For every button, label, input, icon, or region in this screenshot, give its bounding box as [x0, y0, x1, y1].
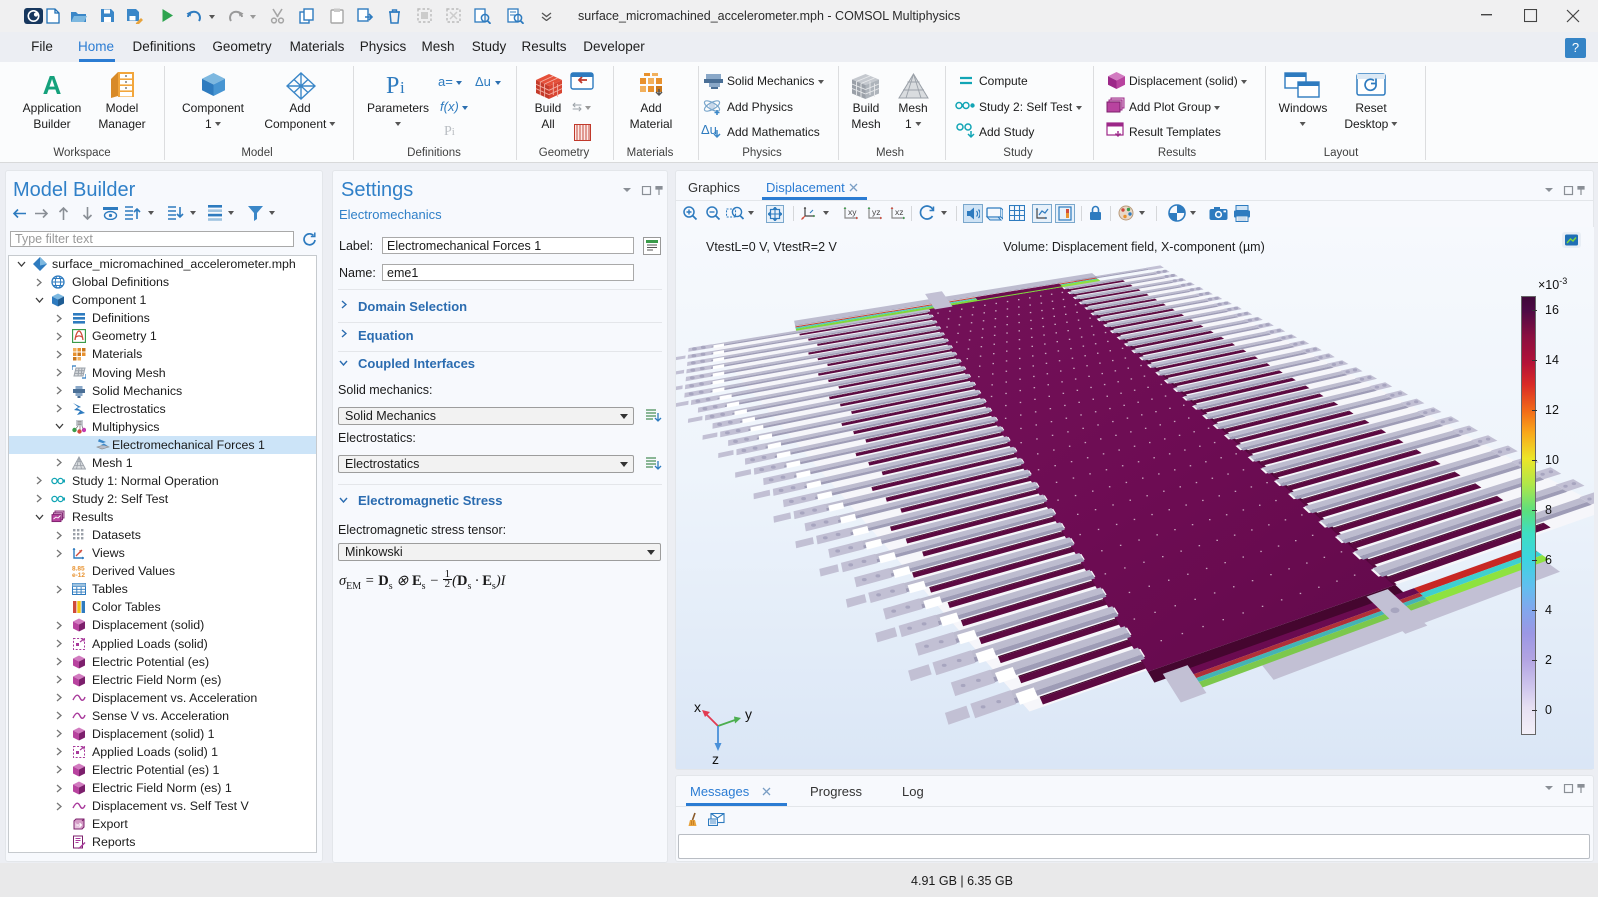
svg-text:xz: xz [895, 207, 904, 217]
svg-text:A: A [43, 72, 62, 98]
svg-text:xy: xy [848, 207, 857, 217]
svg-text:yz: yz [872, 207, 881, 217]
svg-text:x: x [694, 699, 701, 715]
svg-text:i: i [400, 78, 405, 96]
svg-text:z: z [712, 751, 719, 767]
svg-text:y: y [745, 706, 752, 722]
svg-text:P: P [386, 74, 399, 96]
svg-text:e-12: e-12 [72, 572, 85, 578]
